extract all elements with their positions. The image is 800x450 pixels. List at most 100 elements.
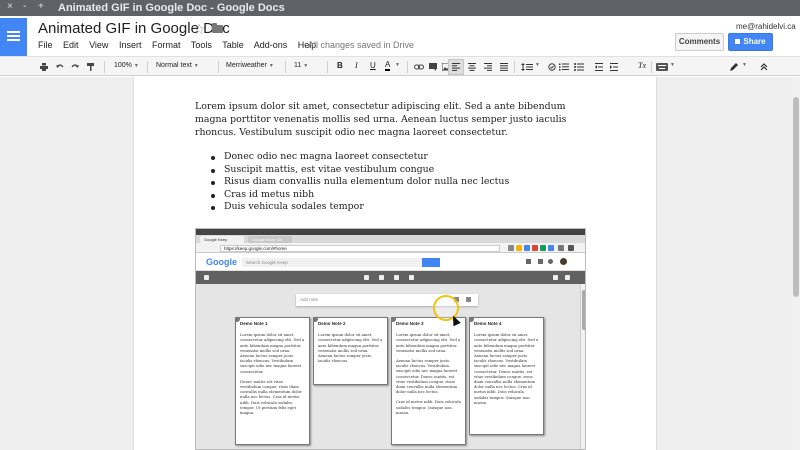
bulleted-list-icon[interactable] — [574, 63, 584, 71]
line-spacing-icon[interactable] — [521, 63, 533, 71]
user-email[interactable]: me@rahidelvi.ca — [736, 22, 796, 31]
maximize-window-icon[interactable]: + — [38, 1, 44, 12]
menu-file[interactable]: File — [38, 40, 53, 50]
document-page[interactable]: Lorem ipsum dolor sit amet, consectetur … — [133, 77, 657, 450]
toolbar-divider — [104, 61, 105, 73]
collapse-icon[interactable] — [760, 63, 768, 71]
gif-scrollbar — [580, 284, 585, 449]
increase-indent-icon[interactable] — [610, 63, 618, 71]
bold-button[interactable]: B — [337, 61, 343, 70]
gif-tab: Google Keep Ext — [248, 236, 292, 243]
decrease-indent-icon[interactable] — [595, 63, 603, 71]
gif-note-title: Demo Note 2 — [318, 321, 346, 326]
link-icon[interactable] — [414, 63, 424, 71]
list-item[interactable]: Suscipit mattis, est vitae vestibulum co… — [207, 164, 509, 177]
align-justify-icon[interactable] — [500, 63, 508, 71]
gif-note-card: Demo Note 1 Lorem ipsum dolor sit amet, … — [235, 317, 310, 445]
refresh-icon — [553, 275, 558, 280]
minimize-window-icon[interactable]: - — [23, 1, 26, 12]
gif-note-text: Lorem ipsum dolor sit amet, consectetur … — [474, 332, 539, 405]
style-select[interactable]: Normal text ▼ — [156, 62, 199, 69]
menu-tools[interactable]: Tools — [191, 40, 212, 50]
gif-note-card: Demo Note 2 Lorem ipsum dolor sit amet, … — [313, 317, 388, 385]
embedded-gif-image[interactable]: Google Keep Google Keep Ext https://keep… — [195, 228, 586, 450]
menu-line-icon — [7, 31, 20, 33]
menu-table[interactable]: Table — [222, 40, 244, 50]
gif-note-card: Demo Note 4 Lorem ipsum dolor sit amet, … — [469, 317, 544, 435]
zoom-select[interactable]: 100% ▼ — [114, 62, 139, 69]
list-item[interactable]: Risus diam convallis nulla elementum dol… — [207, 176, 509, 189]
toolbar-divider — [285, 61, 286, 73]
italic-button[interactable]: I — [355, 61, 358, 70]
menu-line-icon — [7, 39, 20, 41]
lock-icon — [735, 39, 741, 45]
close-window-icon[interactable]: × — [7, 1, 13, 12]
chevron-down-icon[interactable]: ▼ — [670, 62, 675, 68]
chevron-down-icon[interactable]: ▼ — [395, 62, 400, 68]
more-icon — [409, 275, 414, 280]
gif-google-logo: Google — [206, 257, 237, 267]
extension-icon — [548, 245, 554, 251]
docs-home-button[interactable] — [0, 18, 27, 56]
folder-icon[interactable] — [212, 23, 223, 33]
list-item[interactable]: Cras id metus nibh — [207, 189, 509, 202]
paint-format-icon[interactable] — [87, 63, 95, 71]
extension-icon — [508, 245, 514, 251]
gif-note-text: Donec mattis est vitae vestibulum congue… — [240, 378, 302, 416]
archive-icon — [394, 275, 399, 280]
gif-keep-toolbar — [196, 271, 585, 284]
menu-format[interactable]: Format — [152, 40, 181, 50]
toolbar-divider — [514, 61, 515, 73]
font-select[interactable]: Merriweather ▼ — [226, 62, 274, 69]
star-icon[interactable]: ☆ — [193, 21, 206, 38]
text-color-button[interactable]: A — [385, 60, 391, 71]
undo-icon[interactable] — [56, 63, 64, 71]
align-left-icon[interactable] — [452, 63, 460, 71]
redo-icon[interactable] — [71, 63, 79, 71]
save-status[interactable]: All changes saved in Drive — [308, 40, 414, 50]
extension-icon — [540, 245, 546, 251]
scrollbar-thumb[interactable] — [793, 97, 799, 297]
list-item[interactable]: Donec odio nec magna laoreet consectetur — [207, 151, 509, 164]
menu-insert[interactable]: Insert — [119, 40, 142, 50]
underline-button[interactable]: U — [370, 61, 376, 70]
gif-note-text: Aenean luctus semper justo iaculis rhonc… — [396, 358, 458, 395]
bullet-list[interactable]: Donec odio nec magna laoreet consectetur… — [207, 151, 509, 214]
chevron-down-icon[interactable]: ▼ — [742, 62, 747, 68]
toolbar-divider — [147, 61, 148, 73]
body-paragraph[interactable]: Lorem ipsum dolor sit amet, consectetur … — [195, 100, 595, 139]
gif-add-note-text: Add note — [300, 297, 319, 302]
gif-logo-text: Google — [206, 257, 237, 267]
comment-icon[interactable] — [429, 63, 437, 71]
notifications-icon — [538, 259, 543, 264]
font-value: Merriweather — [226, 62, 267, 69]
checklist-icon[interactable] — [548, 63, 556, 71]
menu-edit[interactable]: Edit — [63, 40, 79, 50]
menu-line-icon — [7, 35, 20, 37]
numbered-list-icon[interactable] — [559, 63, 569, 71]
gear-icon — [548, 259, 553, 264]
pen-icon[interactable] — [730, 63, 738, 71]
input-tools-icon[interactable] — [656, 63, 668, 71]
gif-search-button — [422, 258, 440, 267]
align-center-icon[interactable] — [468, 63, 476, 71]
gif-search-box: Search Google Keep — [242, 258, 422, 267]
share-button[interactable]: Share — [728, 33, 773, 51]
list-item[interactable]: Duis vehicula sodales tempor — [207, 201, 509, 214]
palette-icon — [379, 275, 384, 280]
avatar — [560, 258, 567, 265]
chevron-down-icon[interactable]: ▼ — [535, 62, 540, 68]
clear-formatting-icon[interactable]: Tx — [638, 61, 646, 70]
gif-note-title: Demo Note 1 — [240, 321, 268, 326]
print-icon[interactable] — [40, 63, 48, 71]
zoom-value: 100% — [114, 62, 132, 69]
document-scrollbar[interactable] — [792, 77, 800, 450]
align-right-icon[interactable] — [484, 63, 492, 71]
comments-button[interactable]: Comments — [675, 33, 724, 51]
apps-icon — [526, 259, 531, 264]
menu-bar: File Edit View Insert Format Tools Table… — [38, 40, 324, 50]
menu-addons[interactable]: Add-ons — [254, 40, 288, 50]
menu-view[interactable]: View — [89, 40, 108, 50]
document-canvas[interactable]: Lorem ipsum dolor sit amet, consectetur … — [0, 77, 792, 450]
font-size-select[interactable]: 11 ▼ — [294, 62, 308, 69]
